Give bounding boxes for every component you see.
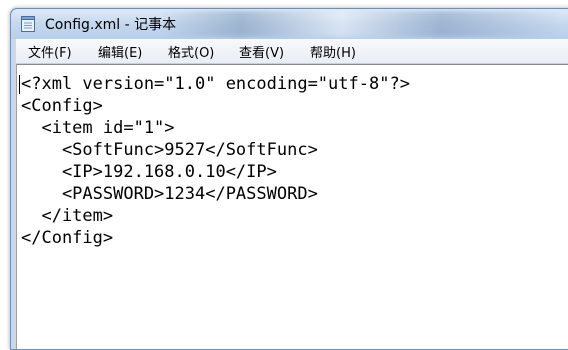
title-bar[interactable]: Config.xml - 记事本 — [11, 9, 568, 39]
window-title: Config.xml - 记事本 — [45, 17, 177, 33]
menu-help[interactable]: 帮助(H) — [310, 42, 356, 61]
menu-edit[interactable]: 编辑(E) — [98, 42, 142, 61]
menu-format[interactable]: 格式(O) — [168, 42, 214, 61]
menu-file[interactable]: 文件(F) — [28, 42, 72, 61]
notepad-window: Config.xml - 记事本 文件(F) 编辑(E) 格式(O) 查看(V)… — [10, 8, 568, 350]
code-line-6: <PASSWORD>1234</PASSWORD> — [21, 184, 318, 204]
code-line-3: <item id="1"> — [21, 118, 175, 138]
code-line-5: <IP>192.168.0.10</IP> — [21, 162, 277, 182]
code-line-1: <?xml version="1.0" encoding="utf-8"?> — [21, 74, 410, 94]
text-editor-area[interactable]: <?xml version="1.0" encoding="utf-8"?> <… — [16, 64, 568, 349]
notepad-icon[interactable] — [21, 15, 36, 32]
code-line-2: <Config> — [21, 96, 103, 116]
menu-bar: 文件(F) 编辑(E) 格式(O) 查看(V) 帮助(H) — [16, 39, 568, 64]
menu-view[interactable]: 查看(V) — [239, 42, 284, 61]
text-caret — [19, 75, 20, 94]
title-bar-glow — [161, 11, 561, 37]
code-line-8: </Config> — [21, 228, 114, 248]
code-line-4: <SoftFunc>9527</SoftFunc> — [21, 140, 318, 160]
code-line-7: </item> — [21, 206, 114, 226]
